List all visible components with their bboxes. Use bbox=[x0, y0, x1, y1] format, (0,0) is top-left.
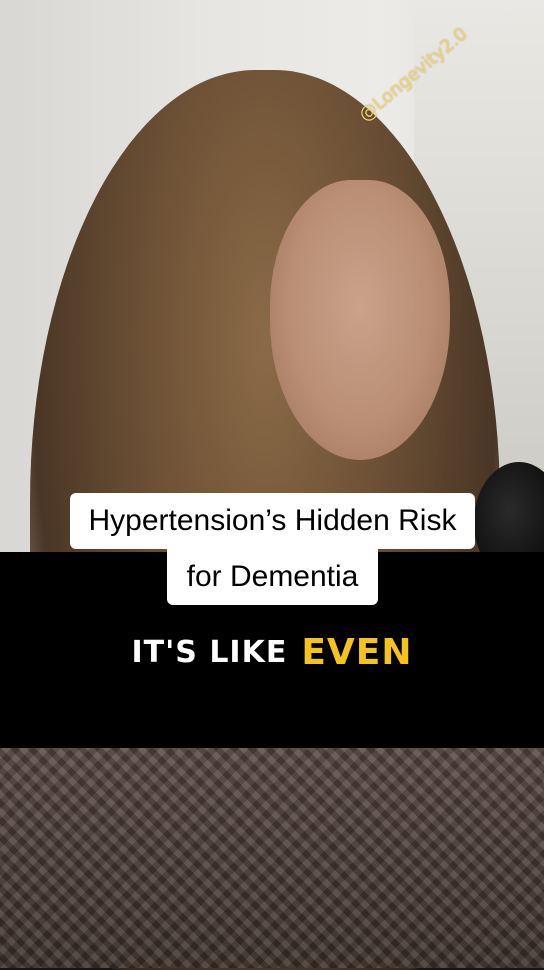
video-frame[interactable]: @Longevity2.0 Hypertension’s Hidden Risk… bbox=[0, 0, 544, 970]
caption-text: IT'S LIKE bbox=[131, 634, 288, 670]
video-title-line-2: for Dementia bbox=[167, 549, 378, 605]
speaker-jacket bbox=[0, 740, 544, 968]
caption-highlight: EVEN bbox=[301, 631, 413, 673]
video-title-line-1: Hypertension’s Hidden Risk bbox=[70, 493, 475, 549]
speaker-face bbox=[270, 180, 450, 460]
subtitle-caption: IT'S LIKE EVEN bbox=[0, 628, 544, 676]
